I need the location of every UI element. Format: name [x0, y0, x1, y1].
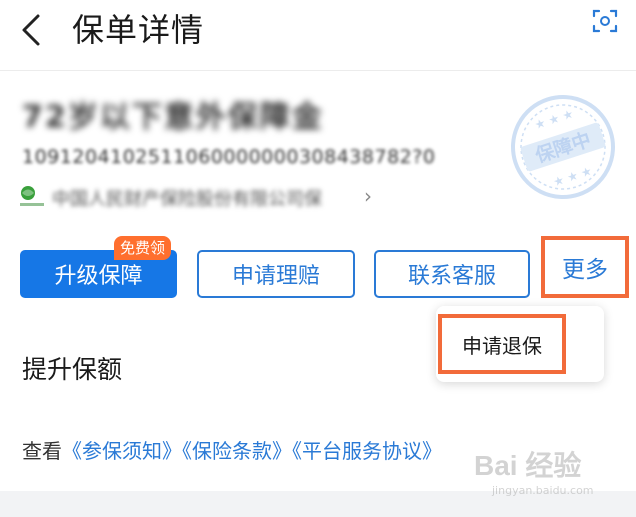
- svg-text:★ ★ ★: ★ ★ ★: [551, 164, 593, 190]
- policy-terms-link[interactable]: 《保险条款》: [182, 439, 292, 463]
- top-nav-bar: 保单详情: [0, 0, 636, 71]
- terms-prefix: 查看: [22, 439, 62, 463]
- section-title-increase-coverage: 提升保额: [22, 355, 123, 384]
- insurer-link[interactable]: 中国人民财产保险股份有限公司保 ›: [18, 184, 398, 210]
- apply-surrender-menu-item[interactable]: 申请退保: [438, 314, 566, 374]
- policy-number: 1091204102511060000000308438782?0: [22, 146, 436, 168]
- insurance-notice-link[interactable]: 《参保须知》: [62, 439, 182, 463]
- apply-claim-button[interactable]: 申请理赔: [197, 250, 355, 298]
- watermark-sub: jingyan.baidu.com: [492, 484, 594, 497]
- terms-line: 查看《参保须知》《保险条款》《平台服务协议》: [22, 435, 442, 464]
- back-arrow-icon[interactable]: [14, 10, 50, 50]
- policy-status-stamp: 保障中 ★ ★ ★ ★ ★ ★: [511, 95, 615, 199]
- more-button[interactable]: 更多: [541, 236, 629, 298]
- page-title: 保单详情: [72, 11, 205, 49]
- insurer-logo-icon: [20, 186, 44, 206]
- policy-name: 72岁以下意外保障金: [22, 100, 324, 135]
- contact-service-button[interactable]: 联系客服: [374, 250, 530, 298]
- platform-agreement-link[interactable]: 《平台服务协议》: [292, 439, 442, 463]
- free-badge: 免费领: [114, 236, 172, 260]
- svg-text:★ ★ ★: ★ ★ ★: [533, 107, 575, 133]
- baidu-watermark: Bai 经验 jingyan.baidu.com: [474, 438, 614, 510]
- watermark-main: Bai 经验: [474, 450, 582, 481]
- chevron-right-icon: ›: [364, 184, 372, 208]
- more-dropdown-menu: 申请退保: [436, 306, 604, 382]
- scan-icon[interactable]: [592, 8, 618, 34]
- insurer-name: 中国人民财产保险股份有限公司保: [52, 189, 322, 210]
